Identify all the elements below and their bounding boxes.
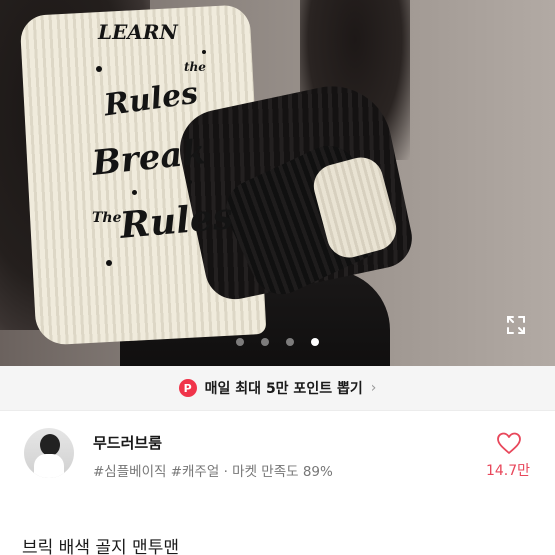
product-title: 브릭 배색 골지 맨투맨 [22,538,179,555]
carousel-dot[interactable] [260,338,269,346]
avatar-figure-body [34,454,64,478]
ink-splat [188,180,192,184]
carousel-dot[interactable] [286,338,295,346]
divider [0,410,555,411]
print-text-1: LEARN [98,20,178,44]
points-promo-banner[interactable]: P 매일 최대 5만 포인트 뽑기 › [0,366,555,410]
seller-tags-and-satisfaction: #심플베이직 #캐주얼 · 마켓 만족도 89% [93,464,333,480]
heart-icon[interactable] [496,431,522,455]
ink-splat [106,260,112,266]
carousel-indicator [0,331,555,350]
points-badge-icon: P [178,379,197,397]
sweater-print-graphic: LEARN Rules Break The Rules the [90,20,235,280]
ink-splat [202,50,206,54]
promo-text: 매일 최대 5만 포인트 뽑기 [204,381,363,397]
print-text-2: the [184,60,206,74]
expand-icon[interactable] [504,313,528,337]
avatar-figure-head [40,434,60,456]
ink-splat [96,66,102,72]
print-text-5: The [92,210,122,226]
print-text-4: Break [90,132,208,184]
like-count: 14.7만 [485,463,531,479]
print-text-6: Rules [118,195,235,247]
chevron-right-icon: › [370,380,377,396]
product-image[interactable]: LEARN Rules Break The Rules the [0,0,555,366]
print-text-3: Rules [102,75,201,124]
ink-splat [132,190,137,195]
carousel-dot[interactable] [235,338,244,346]
seller-avatar[interactable] [24,428,74,478]
seller-name[interactable]: 무드러브룸 [93,432,162,453]
carousel-dot-active[interactable] [311,338,320,346]
